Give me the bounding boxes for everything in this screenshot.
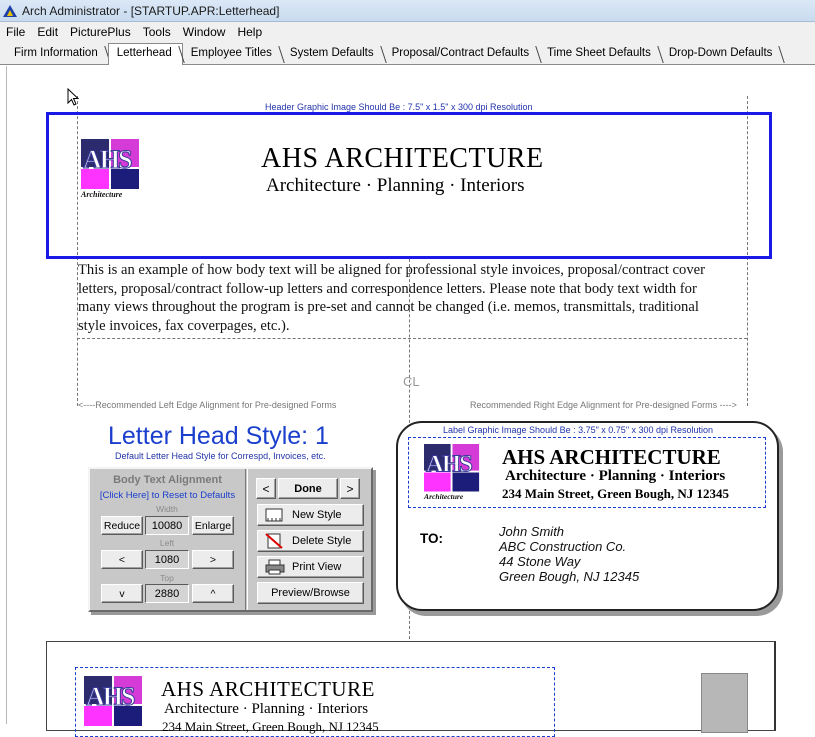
top-increase-button[interactable]: ^ bbox=[192, 584, 234, 603]
tab-firm-information[interactable]: Firm Information bbox=[6, 44, 108, 64]
label-size-note: Label Graphic Image Should Be : 3.75" x … bbox=[443, 425, 714, 435]
left-field[interactable]: 1080 bbox=[145, 550, 189, 569]
tab-bar: Firm Information Letterhead Employee Tit… bbox=[0, 42, 815, 65]
menu-help[interactable]: Help bbox=[231, 25, 268, 39]
left-edge-note: <----Recommended Left Edge Alignment for… bbox=[78, 400, 337, 410]
app-icon bbox=[3, 4, 17, 18]
new-style-label: New Style bbox=[292, 509, 342, 521]
panel-divider bbox=[245, 469, 248, 610]
body-text-alignment-panel: Body Text Alignment [Click Here] to Rese… bbox=[88, 467, 373, 612]
delete-style-button[interactable]: Delete Style bbox=[257, 530, 364, 552]
label-firm-name: AHS ARCHITECTURE bbox=[502, 445, 721, 469]
center-mark: CL bbox=[403, 374, 420, 389]
menu-edit[interactable]: Edit bbox=[31, 25, 64, 39]
left-label: Left bbox=[159, 538, 175, 548]
previous-style-button[interactable]: < bbox=[256, 478, 276, 499]
menu-tools[interactable]: Tools bbox=[137, 25, 177, 39]
logo-letters: AHS bbox=[82, 145, 132, 175]
enlarge-width-button[interactable]: Enlarge bbox=[192, 516, 234, 535]
tab-employee-titles[interactable]: Employee Titles bbox=[183, 44, 282, 64]
recipient-street: 44 Stone Way bbox=[499, 554, 581, 569]
next-style-button[interactable]: > bbox=[340, 478, 360, 499]
right-edge-note: Recommended Right Edge Alignment for Pre… bbox=[470, 400, 737, 410]
mouse-cursor-icon bbox=[67, 88, 80, 106]
firm-tagline: Architecture · Planning · Interiors bbox=[266, 175, 525, 196]
menu-pictureplus[interactable]: PicturePlus bbox=[64, 25, 137, 39]
tab-letterhead[interactable]: Letterhead bbox=[107, 43, 183, 65]
style-actions: < Done > New Style Delete Style Print Vi… bbox=[250, 471, 371, 608]
width-field[interactable]: 10080 bbox=[145, 516, 189, 535]
recipient-name: John Smith bbox=[499, 524, 565, 539]
left-decrease-button[interactable]: < bbox=[101, 550, 143, 569]
new-document-icon bbox=[264, 507, 286, 523]
tab-system-defaults[interactable]: System Defaults bbox=[282, 44, 384, 64]
header-graphic-box[interactable]: AHS Architecture AHS ARCHITECTURE Archit… bbox=[46, 112, 772, 259]
envelope-preview: AHS AHS ARCHITECTURE Architecture · Plan… bbox=[46, 641, 776, 737]
envelope-address-line: 234 Main Street, Green Bough, NJ 12345 bbox=[162, 719, 379, 734]
new-style-button[interactable]: New Style bbox=[257, 504, 364, 526]
label-graphic-box[interactable]: AHS Architecture AHS ARCHITECTURE Archit… bbox=[408, 437, 766, 508]
menu-file[interactable]: File bbox=[0, 25, 31, 39]
top-field[interactable]: 2880 bbox=[145, 584, 189, 603]
print-view-button[interactable]: Print View bbox=[257, 556, 364, 578]
envelope-logo-letters: AHS bbox=[85, 682, 135, 712]
menu-bar: File Edit PicturePlus Tools Window Help bbox=[0, 22, 815, 42]
envelope-graphic-box[interactable]: AHS AHS ARCHITECTURE Architecture · Plan… bbox=[75, 667, 555, 737]
reset-defaults-link[interactable]: [Click Here] to Reset to Defaults bbox=[92, 490, 243, 501]
preview-browse-button[interactable]: Preview/Browse bbox=[257, 582, 364, 604]
tab-drop-down-defaults[interactable]: Drop-Down Defaults bbox=[661, 44, 783, 64]
letterhead-style-subtitle: Default Letter Head Style for Correspd, … bbox=[115, 451, 326, 461]
letterhead-style-title: Letter Head Style: 1 bbox=[108, 422, 329, 450]
delete-style-label: Delete Style bbox=[292, 535, 352, 547]
logo-caption: Architecture bbox=[81, 190, 123, 199]
envelope-firm-tagline: Architecture · Planning · Interiors bbox=[164, 701, 369, 717]
printer-icon bbox=[264, 559, 286, 575]
top-label: Top bbox=[160, 573, 174, 583]
delete-document-icon bbox=[264, 533, 286, 549]
window-title: Arch Administrator - [STARTUP.APR:Letter… bbox=[22, 3, 280, 18]
firm-logo: AHS Architecture bbox=[81, 139, 141, 199]
body-bottom-guide bbox=[77, 338, 747, 339]
to-label: TO: bbox=[420, 531, 443, 546]
recipient-address: John Smith ABC Construction Co. 44 Stone… bbox=[499, 524, 639, 584]
title-bar: Arch Administrator - [STARTUP.APR:Letter… bbox=[0, 0, 815, 22]
left-increase-button[interactable]: > bbox=[192, 550, 234, 569]
tab-proposal-contract-defaults[interactable]: Proposal/Contract Defaults bbox=[384, 44, 539, 64]
label-logo-caption: Architecture bbox=[424, 492, 464, 501]
reduce-width-button[interactable]: Reduce bbox=[101, 516, 143, 535]
envelope-firm-name: AHS ARCHITECTURE bbox=[161, 677, 375, 701]
header-size-note: Header Graphic Image Should Be : 7.5" x … bbox=[265, 102, 533, 112]
envelope-logo: AHS bbox=[84, 676, 144, 736]
menu-window[interactable]: Window bbox=[177, 25, 232, 39]
label-logo-letters: AHS bbox=[425, 449, 473, 478]
label-address-line: 234 Main Street, Green Bough, NJ 12345 bbox=[502, 486, 730, 501]
stamp-placeholder bbox=[701, 673, 748, 733]
top-decrease-button[interactable]: v bbox=[101, 584, 143, 603]
recipient-company: ABC Construction Co. bbox=[499, 539, 627, 554]
label-firm-tagline: Architecture · Planning · Interiors bbox=[505, 468, 726, 484]
label-logo: AHS Architecture bbox=[424, 444, 481, 501]
recipient-city: Green Bough, NJ 12345 bbox=[499, 569, 640, 584]
firm-name: AHS ARCHITECTURE bbox=[261, 143, 544, 174]
done-button[interactable]: Done bbox=[278, 478, 338, 499]
body-text-sample: This is an example of how body text will… bbox=[78, 262, 705, 334]
width-label: Width bbox=[156, 504, 178, 514]
print-view-label: Print View bbox=[292, 561, 342, 573]
preview-browse-label: Preview/Browse bbox=[271, 587, 350, 599]
alignment-panel-title: Body Text Alignment bbox=[113, 474, 222, 486]
mailing-label-preview: Label Graphic Image Should Be : 3.75" x … bbox=[396, 421, 779, 611]
tab-time-sheet-defaults[interactable]: Time Sheet Defaults bbox=[539, 44, 661, 64]
